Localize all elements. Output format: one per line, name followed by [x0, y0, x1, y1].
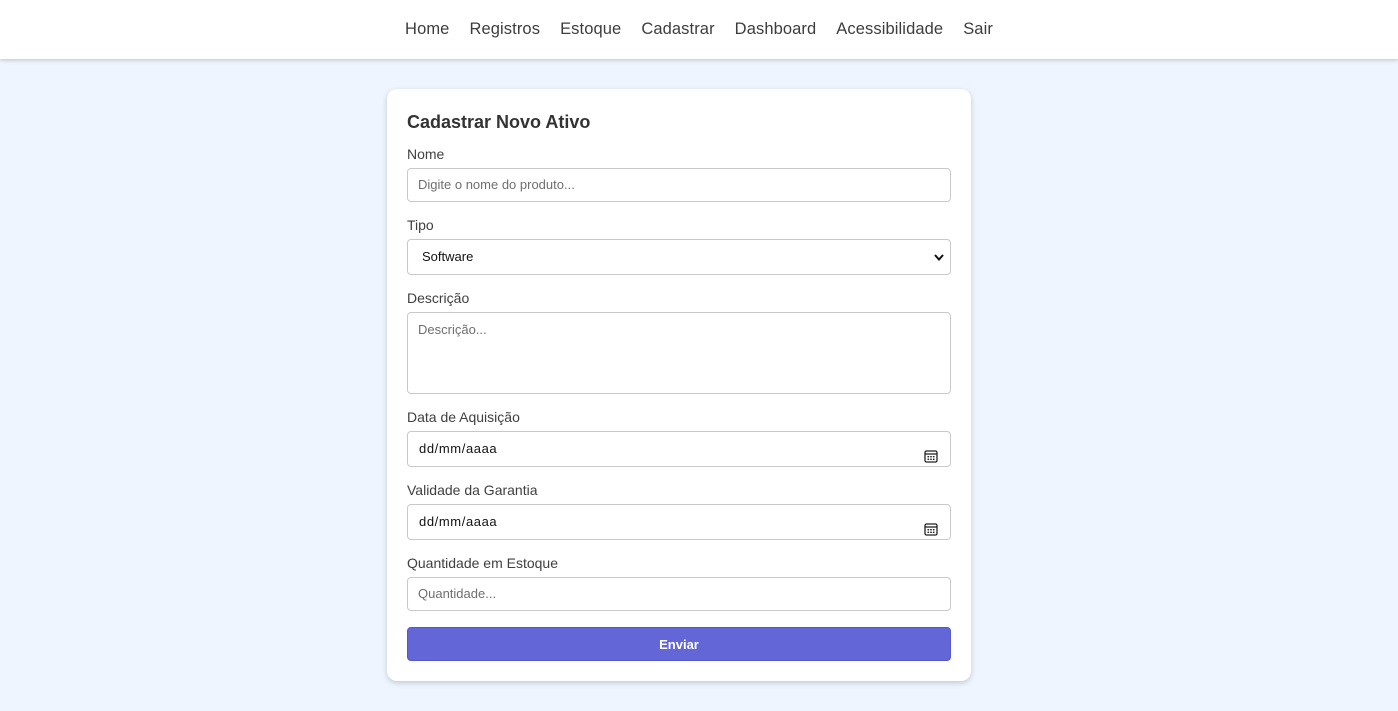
garantia-date-input[interactable]: dd/mm/aaaa — [407, 504, 951, 540]
tipo-label: Tipo — [407, 217, 434, 233]
quantidade-group: Quantidade em Estoque Quantidade... — [407, 555, 951, 611]
nome-group: Nome Digite o nome do produto... — [407, 146, 951, 202]
aquisicao-date-value: dd/mm/aaaa — [419, 441, 498, 456]
nome-input[interactable]: Digite o nome do produto... — [407, 168, 951, 202]
descricao-group: Descrição Descrição... — [407, 290, 951, 394]
nav-link-home[interactable]: Home — [405, 20, 449, 39]
top-navigation: Home Registros Estoque Cadastrar Dashboa… — [0, 0, 1398, 59]
quantidade-input[interactable]: Quantidade... — [407, 577, 951, 611]
descricao-textarea[interactable]: Descrição... — [407, 312, 951, 394]
register-asset-form: Cadastrar Novo Ativo Nome Digite o nome … — [387, 89, 971, 681]
nav-link-acessibilidade[interactable]: Acessibilidade — [836, 20, 943, 39]
nav-link-sair[interactable]: Sair — [963, 20, 993, 39]
garantia-label: Validade da Garantia — [407, 482, 538, 498]
garantia-date-value: dd/mm/aaaa — [419, 514, 498, 529]
aquisicao-label: Data de Aquisição — [407, 409, 520, 425]
tipo-select[interactable]: Software — [407, 239, 951, 275]
calendar-icon[interactable] — [924, 515, 938, 536]
descricao-label: Descrição — [407, 290, 470, 306]
nav-link-estoque[interactable]: Estoque — [560, 20, 621, 39]
nome-label: Nome — [407, 146, 445, 162]
tipo-group: Tipo Software — [407, 217, 951, 275]
form-title: Cadastrar Novo Ativo — [407, 112, 591, 132]
aquisicao-group: Data de Aquisição dd/mm/aaaa — [407, 409, 951, 467]
nav-link-registros[interactable]: Registros — [469, 20, 540, 39]
nav-link-dashboard[interactable]: Dashboard — [735, 20, 817, 39]
submit-button[interactable]: Enviar — [407, 627, 951, 661]
quantidade-placeholder: Quantidade... — [418, 586, 497, 601]
garantia-group: Validade da Garantia dd/mm/aaaa — [407, 482, 951, 540]
nome-placeholder: Digite o nome do produto... — [418, 177, 575, 192]
descricao-placeholder: Descrição... — [418, 322, 487, 337]
aquisicao-date-input[interactable]: dd/mm/aaaa — [407, 431, 951, 467]
nav-link-cadastrar[interactable]: Cadastrar — [641, 20, 714, 39]
tipo-selected-value: Software — [422, 249, 474, 264]
chevron-down-icon — [932, 240, 946, 274]
calendar-icon[interactable] — [924, 442, 938, 463]
quantidade-label: Quantidade em Estoque — [407, 555, 558, 571]
